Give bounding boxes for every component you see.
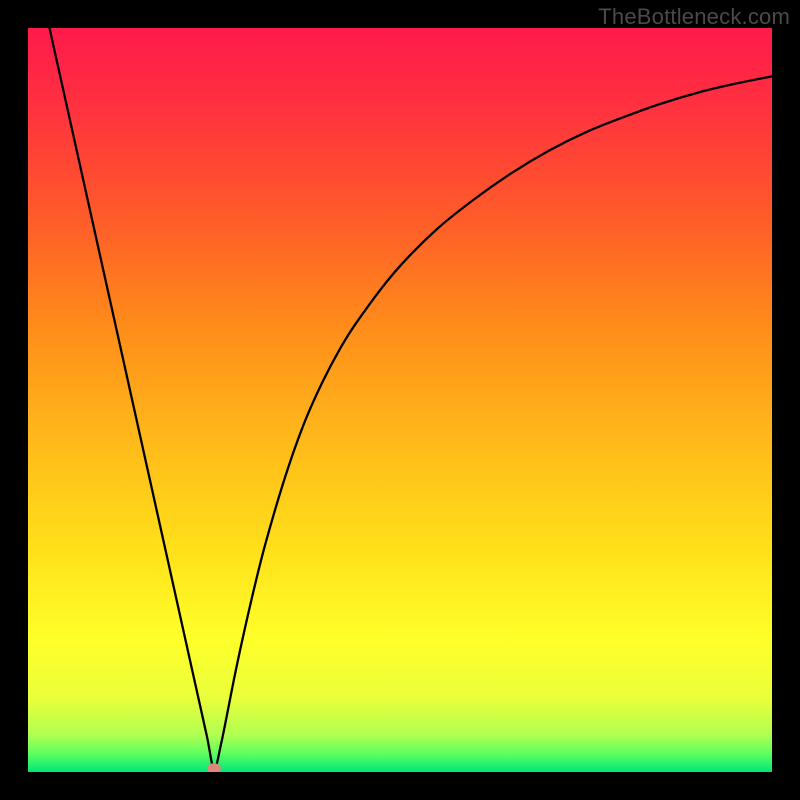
- plot-area: [28, 28, 772, 772]
- gradient-background: [28, 28, 772, 772]
- watermark-text: TheBottleneck.com: [598, 4, 790, 30]
- chart-container: TheBottleneck.com: [0, 0, 800, 800]
